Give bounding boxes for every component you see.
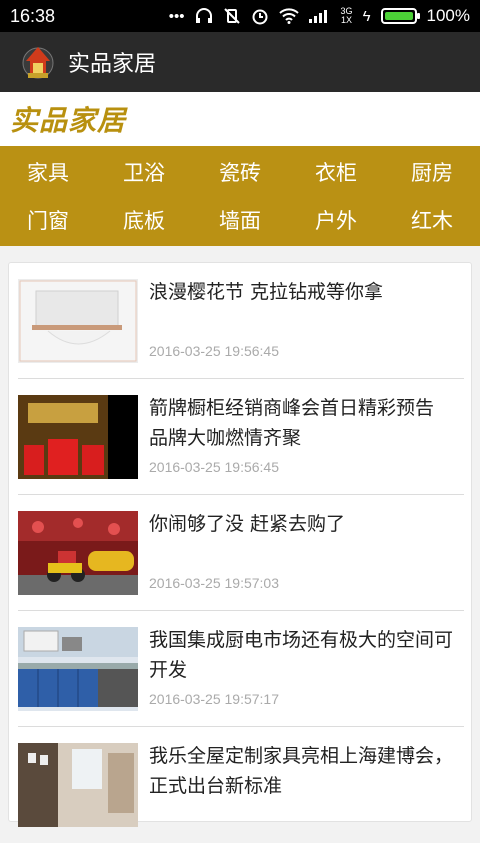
battery-percent: 100%: [426, 6, 470, 25]
headset-icon: [195, 8, 212, 23]
article-title: 我乐全屋定制家具亮相上海建博会，正式出台新标准: [149, 745, 454, 797]
app-title: 实品家居: [68, 52, 157, 77]
category-flooring[interactable]: 底板: [96, 205, 192, 235]
status-bar: 16:38 ••• 3G 1X ϟ 100%: [0, 0, 480, 32]
list-item[interactable]: 箭牌橱柜经销商峰会首日精彩预告 品牌大咖燃情齐聚 2016-03-25 19:5…: [18, 379, 464, 495]
alarm-icon: [252, 9, 268, 25]
vibrate-off-icon: [223, 8, 240, 24]
article-date: 2016-03-25 19:57:03: [149, 575, 279, 591]
category-bar: 家具 卫浴 瓷砖 衣柜 厨房 门窗 底板 墙面 户外 红木: [0, 146, 480, 246]
article-thumbnail: [18, 511, 138, 595]
status-icons: ••• 3G 1X ϟ 100%: [169, 6, 470, 26]
category-outdoor[interactable]: 户外: [288, 205, 384, 235]
brand-logo-text: 实品家居: [10, 104, 127, 137]
signal-icon: [308, 10, 327, 23]
battery-fill: [384, 12, 413, 20]
list-item[interactable]: 我乐全屋定制家具亮相上海建博会，正式出台新标准: [18, 727, 464, 843]
category-walls[interactable]: 墙面: [192, 205, 288, 235]
article-title: 我国集成厨电市场还有极大的空间可开发: [149, 629, 454, 681]
article-thumbnail: [18, 627, 138, 711]
article-date: 2016-03-25 19:56:45: [149, 343, 279, 359]
category-rosewood[interactable]: 红木: [384, 205, 480, 235]
article-title: 箭牌橱柜经销商峰会首日精彩预告 品牌大咖燃情齐聚: [149, 397, 435, 449]
wifi-icon: [278, 8, 299, 24]
brand-header: 实品家居: [0, 92, 480, 146]
status-time: 16:38: [10, 5, 56, 26]
app-bar: 实品家居: [0, 32, 480, 92]
category-wardrobe[interactable]: 衣柜: [288, 157, 384, 187]
list-item[interactable]: 浪漫樱花节 克拉钻戒等你拿 2016-03-25 19:56:45: [18, 263, 464, 379]
category-bathroom[interactable]: 卫浴: [96, 157, 192, 187]
category-doors-windows[interactable]: 门窗: [0, 205, 96, 235]
article-date: 2016-03-25 19:56:45: [149, 459, 279, 475]
article-title: 你闹够了没 赶紧去购了: [149, 513, 346, 535]
battery-icon: [380, 8, 420, 24]
article-thumbnail: [18, 395, 138, 479]
article-title: 浪漫樱花节 克拉钻戒等你拿: [149, 281, 384, 303]
article-date: 2016-03-25 19:57:17: [149, 691, 279, 707]
charging-bolt-icon: ϟ: [362, 7, 371, 25]
list-item[interactable]: 我国集成厨电市场还有极大的空间可开发 2016-03-25 19:57:17: [18, 611, 464, 727]
category-kitchen[interactable]: 厨房: [384, 157, 480, 187]
list-item[interactable]: 你闹够了没 赶紧去购了 2016-03-25 19:57:03: [18, 495, 464, 611]
house-logo-icon[interactable]: [22, 43, 54, 81]
network-type-label: 3G 1X: [340, 6, 353, 25]
article-thumbnail: [18, 743, 138, 827]
article-thumbnail: [18, 279, 138, 363]
more-dots-icon: •••: [168, 7, 185, 25]
category-tiles[interactable]: 瓷砖: [192, 157, 288, 187]
article-list: 浪漫樱花节 克拉钻戒等你拿 2016-03-25 19:56:45 箭牌橱柜经销…: [8, 262, 472, 827]
category-furniture[interactable]: 家具: [0, 157, 96, 187]
